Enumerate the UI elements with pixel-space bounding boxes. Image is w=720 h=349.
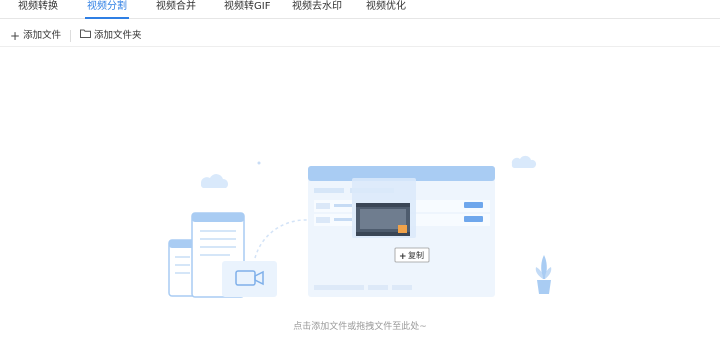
tab-video-optimize[interactable]: 视频优化: [366, 0, 406, 18]
app-window: 视频转换 视频分割 视频合并 视频转GIF 视频去水印 视频优化 + 添加文件 …: [0, 0, 720, 349]
decor-dot: [257, 161, 261, 165]
copy-tooltip: + 复制: [394, 247, 430, 263]
add-file-label: 添加文件: [23, 30, 62, 41]
cloud-icon: [511, 155, 537, 168]
copy-label: 复制: [408, 250, 424, 260]
tab-video-split[interactable]: 视频分割: [85, 0, 129, 19]
drop-illustration: + 复制: [168, 155, 552, 298]
folder-icon: [80, 28, 91, 44]
video-camera-icon: [222, 261, 277, 297]
cloud-icon: [200, 174, 229, 188]
tab-video-convert[interactable]: 视频转换: [18, 0, 58, 18]
tab-video-remove-watermark[interactable]: 视频去水印: [292, 0, 342, 18]
tab-video-to-gif[interactable]: 视频转GIF: [224, 0, 270, 18]
add-folder-label: 添加文件夹: [94, 30, 142, 41]
file-drop-zone[interactable]: + 复制 点击添加文件或拖拽文件至此处~: [0, 47, 720, 349]
toolbar-divider: [70, 30, 71, 42]
plant-icon: [535, 255, 552, 294]
drop-hint-text: 点击添加文件或拖拽文件至此处~: [293, 322, 427, 332]
toolbar: + 添加文件 添加文件夹: [0, 26, 720, 47]
svg-text:+: +: [399, 252, 407, 262]
tab-video-merge[interactable]: 视频合并: [156, 0, 196, 18]
plus-icon: +: [10, 29, 21, 43]
tab-bar: 视频转换 视频分割 视频合并 视频转GIF 视频去水印 视频优化: [0, 0, 720, 19]
add-file-button[interactable]: + 添加文件: [10, 28, 61, 44]
add-folder-button[interactable]: 添加文件夹: [80, 28, 142, 44]
film-icon: [352, 178, 416, 238]
drag-path: [254, 219, 309, 259]
